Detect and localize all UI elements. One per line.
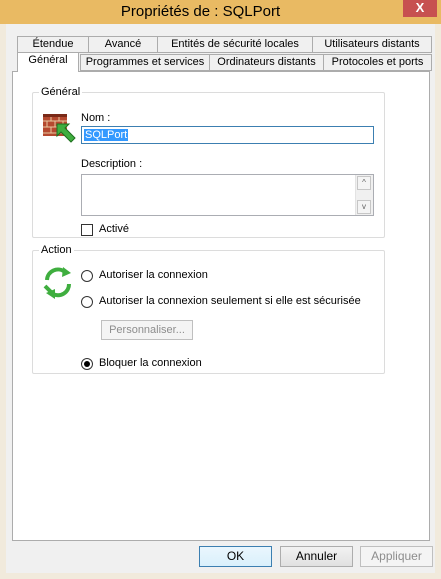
name-label: Nom : [81, 112, 111, 124]
action-group: Action Autoriser la connexion Autoriser … [32, 244, 385, 374]
description-textarea[interactable]: ^ v [81, 174, 374, 216]
general-legend: Général [41, 86, 81, 98]
block-connection-radio[interactable] [81, 358, 93, 370]
enabled-checkbox[interactable] [81, 224, 93, 236]
allow-connection-label: Autoriser la connexion [99, 269, 208, 281]
allow-connection-radio[interactable] [81, 270, 93, 282]
apply-button[interactable]: Appliquer [360, 546, 433, 567]
allow-secure-connection-label: Autoriser la connexion seulement si elle… [99, 295, 361, 307]
tab-entites-securite-locales[interactable]: Entités de sécurité locales [157, 36, 313, 53]
allow-secure-connection-radio[interactable] [81, 296, 93, 308]
scroll-up-icon[interactable]: ^ [357, 176, 371, 190]
tab-programmes-services[interactable]: Programmes et services [80, 54, 210, 71]
tab-panel-general: Général Nom: SQLPort Description: ^ v … [12, 71, 430, 541]
tab-etendue[interactable]: Étendue [17, 36, 89, 53]
enabled-label: Activé [99, 223, 129, 235]
firewall-rule-icon [41, 110, 77, 144]
scroll-down-icon[interactable]: v [357, 200, 371, 214]
refresh-arrows-icon [41, 266, 75, 300]
tab-ordinateurs-distants[interactable]: Ordinateurs distants [209, 54, 324, 71]
description-label: Description : [81, 158, 143, 170]
tab-general[interactable]: Général [17, 52, 79, 72]
properties-dialog: Propriétés de : SQLPort X Étendue Avancé… [0, 0, 441, 579]
window-title: Propriétés de : SQLPort [120, 3, 281, 20]
action-legend: Action [41, 244, 72, 256]
general-group: Général Nom: SQLPort Description: ^ v … [32, 86, 385, 238]
block-connection-label: Bloquer la connexion [99, 357, 202, 369]
name-value: SQLPort [84, 129, 129, 141]
title-bar[interactable]: Propriétés de : SQLPort X [0, 0, 441, 24]
name-input[interactable]: SQLPort [81, 126, 374, 144]
tab-protocoles-ports[interactable]: Protocoles et ports [323, 54, 432, 71]
ok-button[interactable]: OK [199, 546, 272, 567]
description-scrollbar[interactable]: ^ v [355, 175, 373, 215]
cancel-button[interactable]: Annuler [280, 546, 353, 567]
tab-avance[interactable]: Avancé [88, 36, 158, 53]
customize-button[interactable]: Personnaliser... [101, 320, 193, 340]
tab-utilisateurs-distants[interactable]: Utilisateurs distants [312, 36, 432, 53]
close-button[interactable]: X [403, 0, 437, 17]
